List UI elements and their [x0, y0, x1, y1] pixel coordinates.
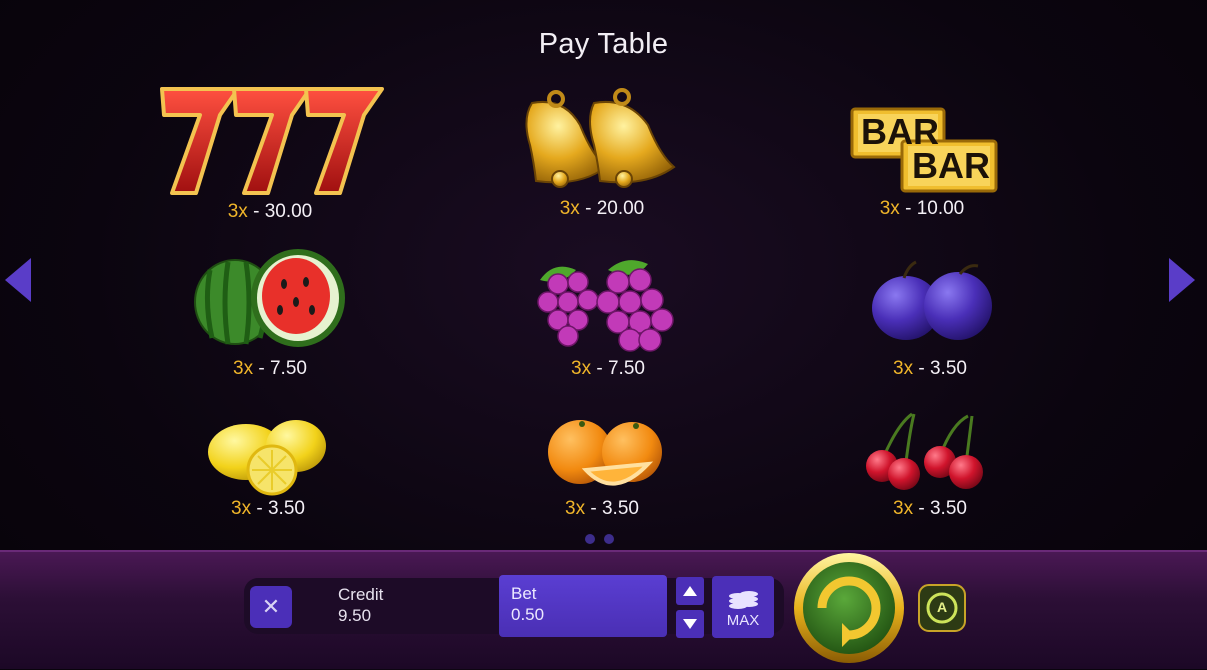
- max-label: MAX: [726, 612, 760, 629]
- max-bet-button[interactable]: MAX: [712, 576, 774, 638]
- bet-value: 0.50: [511, 605, 545, 624]
- multiplier-text: 3x: [879, 198, 900, 219]
- payout-value: - 3.50: [913, 358, 967, 379]
- bet-decrease-button[interactable]: [676, 610, 704, 638]
- autoplay-button[interactable]: A: [917, 583, 967, 633]
- multiplier-text: 3x: [893, 498, 914, 519]
- payout-value: - 30.00: [247, 201, 313, 222]
- payout-label: 3x - 7.50: [120, 358, 420, 380]
- bet-label: Bet: [511, 584, 537, 603]
- credit-label: Credit: [338, 585, 384, 604]
- spin-icon: [794, 553, 904, 663]
- multiplier-text: 3x: [227, 201, 248, 222]
- paytable-item-oranges: 3x - 3.50: [452, 400, 752, 540]
- multiplier-text: 3x: [233, 358, 254, 379]
- payout-value: - 20.00: [579, 198, 645, 219]
- paytable-item-grapes: 3x - 7.50: [458, 240, 758, 380]
- payout-label: 3x - 7.50: [458, 358, 758, 380]
- payout-value: - 7.50: [591, 358, 645, 379]
- paytable-item-plums: 3x - 3.50: [780, 240, 1080, 380]
- multiplier-text: 3x: [231, 498, 252, 519]
- close-button[interactable]: ✕: [250, 586, 292, 628]
- paytable-item-cherries: 3x - 3.50: [780, 400, 1080, 540]
- close-icon: ✕: [261, 594, 281, 619]
- autoplay-label: A: [936, 599, 948, 615]
- page-dot[interactable]: [604, 534, 614, 544]
- seven-symbol-icon: [160, 87, 384, 195]
- payout-label: 3x - 3.50: [780, 358, 1080, 380]
- credit-value: 9.50: [338, 606, 372, 625]
- multiplier-text: 3x: [893, 358, 914, 379]
- spin-button[interactable]: [792, 551, 906, 665]
- payout-value: - 3.50: [585, 498, 639, 519]
- page-title: Pay Table: [538, 28, 669, 60]
- prev-page-arrow-icon[interactable]: [5, 258, 31, 302]
- multiplier-text: 3x: [559, 198, 580, 219]
- payout-label: 3x - 30.00: [120, 201, 420, 223]
- payout-value: - 7.50: [253, 358, 307, 379]
- bar-text: BAR: [912, 145, 990, 186]
- multiplier-text: 3x: [571, 358, 592, 379]
- paytable-item-watermelon: 3x - 7.50: [120, 240, 420, 380]
- grapes-symbol-icon: [537, 260, 674, 352]
- multiplier-text: 3x: [565, 498, 586, 519]
- triangle-up-icon: [683, 586, 697, 596]
- payout-label: 3x - 3.50: [118, 498, 418, 520]
- payout-label: 3x - 3.50: [452, 498, 752, 520]
- payout-label: 3x - 3.50: [780, 498, 1080, 520]
- page-indicator: [585, 531, 623, 549]
- next-page-arrow-icon[interactable]: [1169, 258, 1195, 302]
- bet-display[interactable]: Bet 0.50: [499, 575, 667, 637]
- payout-value: - 3.50: [913, 498, 967, 519]
- paytable-item-sevens: 3x - 30.00: [120, 75, 420, 222]
- bell-symbol-icon: [525, 88, 676, 188]
- paytable-item-bar: BAR BAR 3x - 10.00: [772, 75, 1072, 219]
- payout-label: 3x - 10.00: [772, 198, 1072, 220]
- bet-increase-button[interactable]: [676, 577, 704, 605]
- triangle-down-icon: [683, 619, 697, 629]
- payout-value: - 10.00: [899, 198, 965, 219]
- plum-symbol-icon: [872, 260, 992, 340]
- coins-stack-icon: [729, 591, 758, 609]
- paytable-item-bells: 3x - 20.00: [452, 75, 752, 219]
- payout-value: - 3.50: [251, 498, 305, 519]
- page-dot[interactable]: [585, 534, 595, 544]
- paytable-item-lemons: 3x - 3.50: [118, 400, 418, 540]
- payout-label: 3x - 20.00: [452, 198, 752, 220]
- watermelon-symbol-icon: [194, 249, 345, 347]
